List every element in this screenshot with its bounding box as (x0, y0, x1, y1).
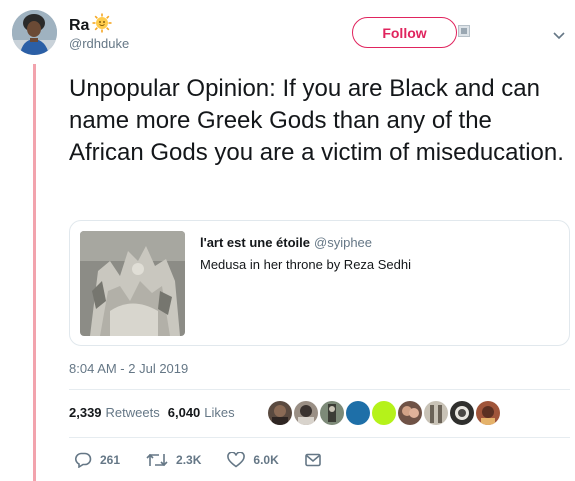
likes-count: 6,040 (167, 405, 201, 420)
reply-icon (75, 452, 92, 468)
author-name[interactable]: Ra (69, 17, 89, 35)
author-avatar[interactable] (12, 10, 57, 55)
reply-count: 261 (100, 453, 121, 467)
quoted-tweet[interactable]: l'art est une étoile @syiphee Medusa in h… (69, 220, 570, 346)
retweet-button[interactable]: 2.3K (146, 452, 201, 468)
follow-extension-icon (458, 24, 470, 42)
like-count: 6.0K (253, 453, 279, 467)
liker-avatars (268, 401, 502, 425)
like-button[interactable]: 6.0K (227, 452, 279, 468)
author-handle[interactable]: @rdhduke (69, 36, 129, 51)
divider (69, 389, 570, 390)
quoted-tweet-header: l'art est une étoile @syiphee (200, 235, 372, 250)
tweet-stats: 2,339 Retweets 6,040 Likes (69, 405, 235, 420)
liker-avatar[interactable] (346, 401, 370, 425)
quoted-author-name: l'art est une étoile (200, 235, 311, 250)
direct-message-button[interactable] (304, 453, 321, 467)
sun-face-icon (92, 13, 112, 38)
retweets-label: Retweets (105, 405, 160, 420)
likes-stat[interactable]: 6,040 Likes (168, 405, 235, 420)
tweet-text: Unpopular Opinion: If you are Black and … (69, 75, 564, 166)
quoted-author-handle: @syiphee (314, 235, 373, 250)
follow-button[interactable]: Follow (352, 17, 457, 48)
medusa-sculpture-image (80, 231, 185, 336)
liker-avatar[interactable] (372, 401, 396, 425)
tweet-actions: 261 2.3K 6.0K (74, 452, 347, 468)
retweet-count: 2.3K (176, 453, 202, 467)
thread-line (33, 64, 36, 481)
liker-avatar[interactable] (424, 401, 448, 425)
quoted-tweet-text: Medusa in her throne by Reza Sedhi (200, 257, 412, 272)
divider (69, 437, 570, 438)
retweets-count: 2,339 (69, 405, 102, 420)
author-name-row: Ra (69, 13, 112, 38)
reply-button[interactable]: 261 (74, 452, 120, 468)
liker-avatar[interactable] (476, 401, 500, 425)
chevron-down-icon[interactable] (553, 27, 565, 45)
envelope-icon (304, 453, 321, 467)
liker-avatar[interactable] (320, 401, 344, 425)
heart-icon (227, 452, 246, 468)
liker-avatar[interactable] (450, 401, 474, 425)
retweets-stat[interactable]: 2,339 Retweets (69, 405, 160, 420)
liker-avatar[interactable] (268, 401, 292, 425)
retweet-icon (146, 453, 168, 467)
tweet-timestamp[interactable]: 8:04 AM - 2 Jul 2019 (69, 361, 188, 376)
liker-avatar[interactable] (294, 401, 318, 425)
likes-label: Likes (204, 405, 235, 420)
liker-avatar[interactable] (398, 401, 422, 425)
